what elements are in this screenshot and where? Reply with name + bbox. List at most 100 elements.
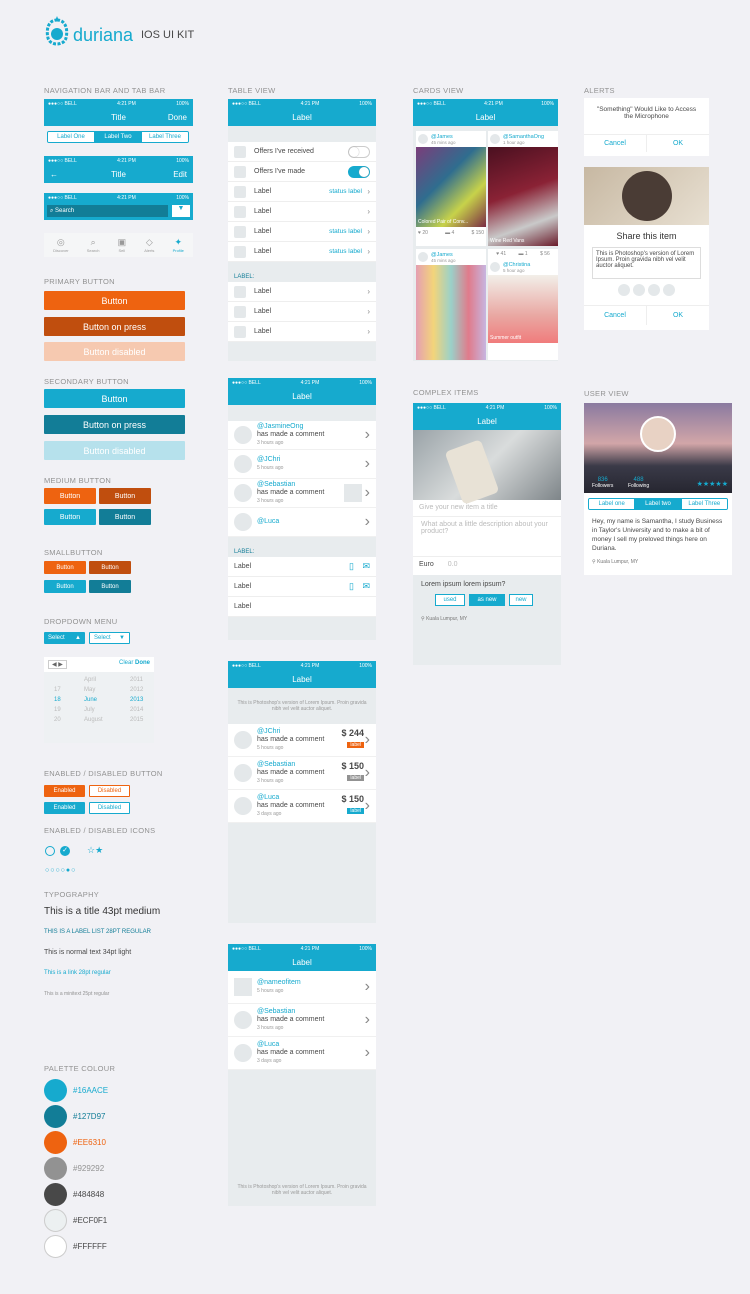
- card-item[interactable]: @James 45 mins ago: [416, 249, 486, 360]
- option-as-new[interactable]: as new: [469, 594, 505, 606]
- table-row[interactable]: Offers I've received: [228, 142, 376, 162]
- caret-up-icon: ▲: [75, 635, 81, 641]
- table-row[interactable]: Label ▯ ✉: [228, 577, 376, 597]
- radio-empty-icon[interactable]: [45, 846, 55, 856]
- card-item[interactable]: ♥ 41 ▬ 1 $ 56 @Christina 5 hour ago Summer …: [488, 249, 558, 360]
- secondary-button-press[interactable]: Button on press: [44, 415, 185, 434]
- section-user: USER VIEW: [584, 389, 629, 398]
- table-row[interactable]: Label: [228, 597, 376, 617]
- filter-icon[interactable]: ▼: [172, 205, 190, 217]
- small-button-press[interactable]: Button: [89, 561, 131, 574]
- picker-arrows[interactable]: ◀ ▶: [48, 660, 67, 669]
- small-button[interactable]: Button: [44, 561, 86, 574]
- palette-4: #929292: [44, 1157, 104, 1180]
- section-small: SMALLBUTTON: [44, 548, 103, 557]
- palette-2: #127D97: [44, 1105, 105, 1128]
- ok-button[interactable]: OK: [647, 135, 709, 152]
- toggle-switch-on[interactable]: [348, 165, 370, 178]
- section-secondary: SECONDARY BUTTON: [44, 377, 129, 386]
- select-dropdown-active[interactable]: Select ▲: [44, 632, 85, 644]
- tab-profile[interactable]: ✦ Profile: [173, 237, 184, 253]
- tab-sell[interactable]: ▣ Sell: [118, 237, 127, 253]
- cover-image: 836 Followers 488 Following ★★★★★: [584, 403, 732, 493]
- card-item[interactable]: @SamanthaOng 1 hour ago Wine Red Vans: [488, 131, 558, 246]
- edit-button[interactable]: Edit: [173, 170, 187, 179]
- palette-1: #16AACE: [44, 1079, 108, 1102]
- list-item[interactable]: @JasmineOng has made a comment 3 hours ago…: [228, 421, 376, 450]
- done-button[interactable]: Done: [168, 113, 187, 122]
- medium-button[interactable]: Button: [44, 488, 96, 504]
- section-dropdown: DROPDOWN MENU: [44, 617, 118, 626]
- typo-normal: This is normal text 34pt light: [44, 949, 132, 956]
- section-table: TABLE VIEW: [228, 86, 276, 95]
- small-button-blue-press[interactable]: Button: [89, 580, 131, 593]
- medium-button-press[interactable]: Button: [99, 488, 151, 504]
- page-dots-icon: ○○○○●○: [45, 867, 77, 874]
- list-item[interactable]: @nameofitem 5 hours ago ›: [228, 971, 376, 1004]
- secondary-button[interactable]: Button: [44, 389, 185, 408]
- cancel-button[interactable]: Cancel: [584, 306, 647, 325]
- medium-button-blue[interactable]: Button: [44, 509, 96, 525]
- table-view-4: ●●●○○ BELL 4:21 PM 100% Label @nameofitem 5…: [228, 944, 376, 1206]
- user-view: 836 Followers 488 Following ★★★★★ Label on…: [584, 403, 732, 575]
- list-item[interactable]: @JChri has made a comment 5 hours ago $ 244…: [228, 724, 376, 757]
- primary-button-press[interactable]: Button on press: [44, 317, 185, 336]
- enabled-button-blue[interactable]: Enabled: [44, 802, 85, 814]
- disabled-button-blue: Disabled: [89, 802, 130, 814]
- phone-icon: ▯: [349, 561, 354, 571]
- section-cards: CARDS VIEW: [413, 86, 464, 95]
- table-row[interactable]: Label ›: [228, 302, 376, 322]
- list-item[interactable]: @Sebastian has made a comment 3 hours ago $…: [228, 757, 376, 790]
- title-input[interactable]: Give your new item a title: [413, 500, 561, 517]
- list-item[interactable]: @Luca has made a comment 3 days ago ›: [228, 1037, 376, 1070]
- secondary-button-disabled: Button disabled: [44, 441, 185, 460]
- option-used[interactable]: used: [435, 594, 465, 606]
- table-view-2: ●●●○○ BELL 4:21 PM 100% Label @JasmineOng h…: [228, 378, 376, 640]
- date-picker[interactable]: ◀ ▶ Clear Done 17 18 19 20 April May June July…: [44, 657, 154, 743]
- table-row[interactable]: Label ▯ ✉: [228, 557, 376, 577]
- typo-link[interactable]: This is a link 28pt regular: [44, 970, 111, 976]
- list-item[interactable]: @Luca ›: [228, 508, 376, 537]
- primary-button[interactable]: Button: [44, 291, 185, 310]
- tab-search[interactable]: ⌕ Search: [87, 237, 100, 253]
- section-alerts: ALERTS: [584, 86, 615, 95]
- list-item[interactable]: @Sebastian has made a comment 3 hours ago ›: [228, 479, 376, 508]
- radio-checked-icon[interactable]: ✓: [60, 846, 70, 856]
- star-icons[interactable]: ☆★: [87, 845, 103, 856]
- medium-button-blue-press[interactable]: Button: [99, 509, 151, 525]
- price-input[interactable]: Euro 0.0: [413, 557, 561, 575]
- option-new[interactable]: new: [509, 594, 533, 606]
- tab-discover[interactable]: ◎ Discover: [53, 237, 69, 253]
- table-row[interactable]: Label status label ›: [228, 242, 376, 262]
- share-image: [584, 167, 709, 225]
- table-row[interactable]: Label status label ›: [228, 222, 376, 242]
- table-row[interactable]: Label ›: [228, 202, 376, 222]
- back-arrow-icon[interactable]: ←: [50, 170, 58, 179]
- palette-7: #FFFFFF: [44, 1235, 107, 1258]
- segmented-control[interactable]: Label One Label Two Label Three: [47, 131, 189, 143]
- list-item[interactable]: @JChri 5 hours ago ›: [228, 450, 376, 479]
- table-row[interactable]: Label status label ›: [228, 182, 376, 202]
- table-row[interactable]: Label ›: [228, 282, 376, 302]
- navbar-1: ●●●○○ BELL 4:21 PM 100% Title Done: [44, 99, 193, 126]
- logo: [44, 16, 70, 50]
- table-row[interactable]: Offers I've made: [228, 162, 376, 182]
- toggle-switch[interactable]: [348, 145, 370, 158]
- user-segmented[interactable]: Label one Label two Label Three: [588, 498, 728, 510]
- search-input[interactable]: ⌕ Search: [47, 205, 168, 217]
- cancel-button[interactable]: Cancel: [584, 135, 647, 152]
- clear-button[interactable]: Clear: [119, 660, 133, 666]
- description-input[interactable]: What about a little description about yo…: [413, 517, 561, 557]
- share-icons[interactable]: [584, 279, 709, 301]
- tab-alerts[interactable]: ◇ Alerts: [144, 237, 154, 253]
- select-dropdown[interactable]: Select ▼: [89, 632, 130, 644]
- list-item[interactable]: @Sebastian has made a comment 3 hours ago ›: [228, 1004, 376, 1037]
- typo-label: THIS IS A LABEL LIST 28PT REGULAR: [44, 929, 151, 935]
- enabled-button[interactable]: Enabled: [44, 785, 85, 797]
- done-button[interactable]: Done: [135, 660, 150, 666]
- ok-button[interactable]: OK: [647, 306, 709, 325]
- table-row[interactable]: Label ›: [228, 322, 376, 342]
- list-item[interactable]: @Luca has made a comment 3 days ago $ 150 la…: [228, 790, 376, 823]
- small-button-blue[interactable]: Button: [44, 580, 86, 593]
- card-item[interactable]: @James 45 mins ago Colored Pair of Conv..…: [416, 131, 486, 246]
